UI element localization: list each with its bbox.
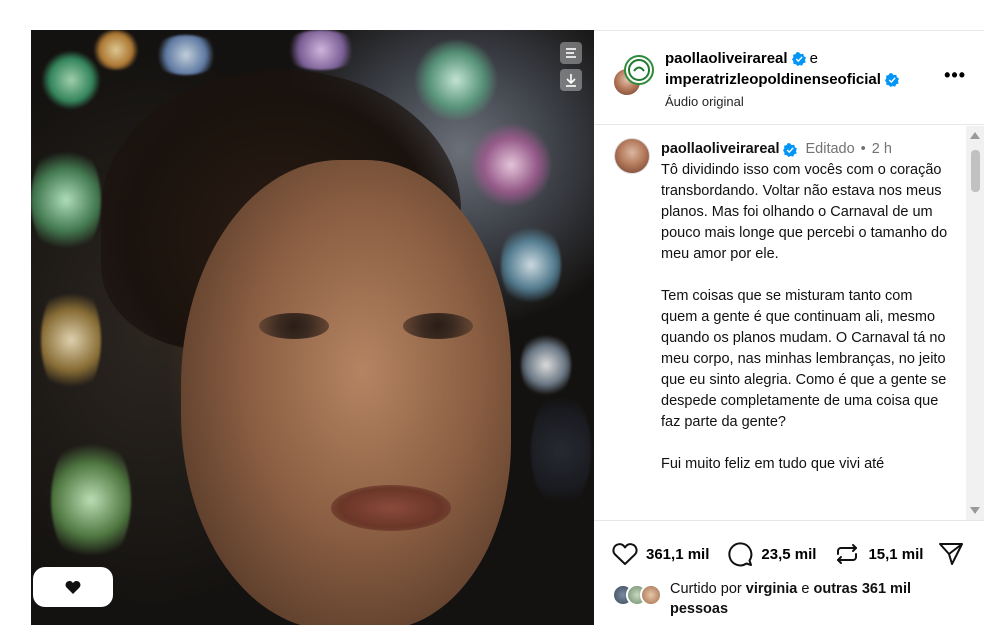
caption-username[interactable]: paollaoliveirareal: [661, 139, 779, 160]
author-conjunction: e: [809, 50, 818, 67]
caption: paollaoliveirareal Editado • 2 h Tô divi…: [661, 139, 951, 475]
avatar: [640, 584, 662, 606]
liked-by-conjunction: e: [801, 581, 810, 597]
liked-by-prefix: Curtido por: [670, 581, 742, 597]
lines-icon[interactable]: [560, 42, 582, 64]
shadow: [531, 390, 591, 510]
share-button[interactable]: [938, 541, 964, 572]
author-1-link[interactable]: paollaoliveirareal: [665, 48, 788, 69]
comment-icon: [728, 542, 753, 567]
verified-badge-icon: [884, 72, 899, 87]
heart-icon: [612, 543, 638, 565]
caption-paragraph: Fui muito feliz em tudo que vivi até: [661, 456, 885, 472]
liked-by-text: Curtido por virginia e outras 361 mil pe…: [670, 579, 970, 619]
comments-panel[interactable]: paollaoliveirareal Editado • 2 h Tô divi…: [594, 126, 984, 520]
caption-text: Tô dividindo isso com vocês com o coraçã…: [661, 160, 951, 475]
author-2-link[interactable]: imperatrizleopoldinenseoficial: [665, 69, 881, 90]
caption-time[interactable]: 2 h: [872, 139, 892, 160]
audio-link[interactable]: Áudio original: [665, 92, 899, 112]
caption-paragraph: Tô dividindo isso com vocês com o coraçã…: [661, 162, 948, 262]
media-eye-left: [259, 313, 329, 339]
liked-by-user[interactable]: virginia: [746, 581, 798, 597]
media-like-button[interactable]: [33, 567, 113, 607]
comment-button[interactable]: 23,5 mil: [727, 541, 816, 567]
caption-separator: •: [860, 141, 866, 157]
caption-paragraph: Tem coisas que se misturam tanto com que…: [661, 288, 947, 430]
instagram-post-view: paollaoliveirareal e imperatrizleopoldin…: [0, 0, 984, 625]
verified-badge-icon: [783, 142, 798, 157]
media-face: [181, 160, 511, 625]
repost-button[interactable]: 15,1 mil: [834, 541, 923, 567]
sparkle: [281, 30, 361, 70]
scrollbar-thumb[interactable]: [971, 150, 980, 192]
author-avatars[interactable]: [612, 55, 656, 99]
share-icon: [939, 543, 963, 565]
media-eye-right: [403, 313, 473, 339]
liked-by-avatars[interactable]: [612, 584, 668, 608]
avatar[interactable]: [614, 138, 650, 174]
reposts-count: 15,1 mil: [868, 545, 924, 563]
header-authors: paollaoliveirareal e imperatrizleopoldin…: [665, 48, 899, 112]
caption-edited: Editado: [805, 141, 855, 157]
download-icon[interactable]: [560, 69, 582, 91]
repost-icon: [837, 544, 858, 564]
action-row: 361,1 mil 23,5 mil 15,1 mil: [612, 541, 941, 567]
scroll-down-arrow-icon[interactable]: [970, 507, 980, 514]
like-button[interactable]: 361,1 mil: [612, 542, 709, 566]
liked-by-others[interactable]: outras 361 mil: [813, 581, 911, 597]
sparkle: [411, 40, 501, 120]
scroll-up-arrow-icon[interactable]: [970, 132, 980, 139]
likes-count: 361,1 mil: [646, 545, 710, 563]
liked-by: Curtido por virginia e outras 361 mil pe…: [612, 579, 970, 619]
sparkle: [471, 120, 551, 210]
sparkle: [501, 220, 561, 310]
more-options-icon[interactable]: •••: [944, 65, 966, 86]
sparkle: [151, 35, 221, 75]
sparkle: [91, 30, 141, 70]
sparkle: [41, 50, 101, 110]
comments-scrollbar[interactable]: [966, 126, 984, 520]
sparkle: [31, 140, 101, 260]
sparkle: [41, 280, 101, 400]
post-header: paollaoliveirareal e imperatrizleopoldin…: [594, 31, 984, 125]
post-media[interactable]: [31, 30, 594, 625]
avatar: [624, 55, 654, 85]
verified-badge-icon: [791, 51, 806, 66]
sparkle: [51, 430, 131, 570]
comments-count: 23,5 mil: [761, 545, 817, 563]
media-lips: [331, 485, 451, 531]
post-actions: 361,1 mil 23,5 mil 15,1 mil Curtido por: [594, 520, 984, 625]
liked-by-suffix[interactable]: pessoas: [670, 601, 728, 617]
heart-icon: [65, 580, 81, 594]
